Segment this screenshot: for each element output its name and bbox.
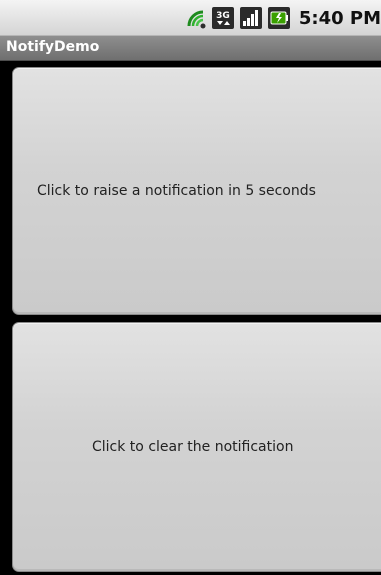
battery-icon	[267, 6, 291, 30]
clear-notification-button[interactable]: Click to clear the notification	[12, 322, 381, 572]
signal-icon	[239, 6, 263, 30]
sync-icon	[183, 6, 207, 30]
app-title: NotifyDemo	[6, 39, 100, 55]
title-bar: NotifyDemo	[0, 36, 381, 61]
status-bar: 3G 5:40 PM	[0, 0, 381, 36]
3g-icon: 3G	[211, 6, 235, 30]
clear-notification-label: Click to clear the notification	[92, 439, 294, 455]
svg-text:3G: 3G	[216, 11, 230, 21]
raise-notification-button[interactable]: Click to raise a notification in 5 secon…	[12, 67, 381, 315]
status-clock: 5:40 PM	[298, 7, 381, 29]
status-icons: 3G 5:40 PM	[183, 5, 381, 31]
phone-screen: 3G 5:40 PM NotifyDemo Click to raise a n…	[0, 0, 381, 575]
raise-notification-label: Click to raise a notification in 5 secon…	[37, 183, 316, 199]
